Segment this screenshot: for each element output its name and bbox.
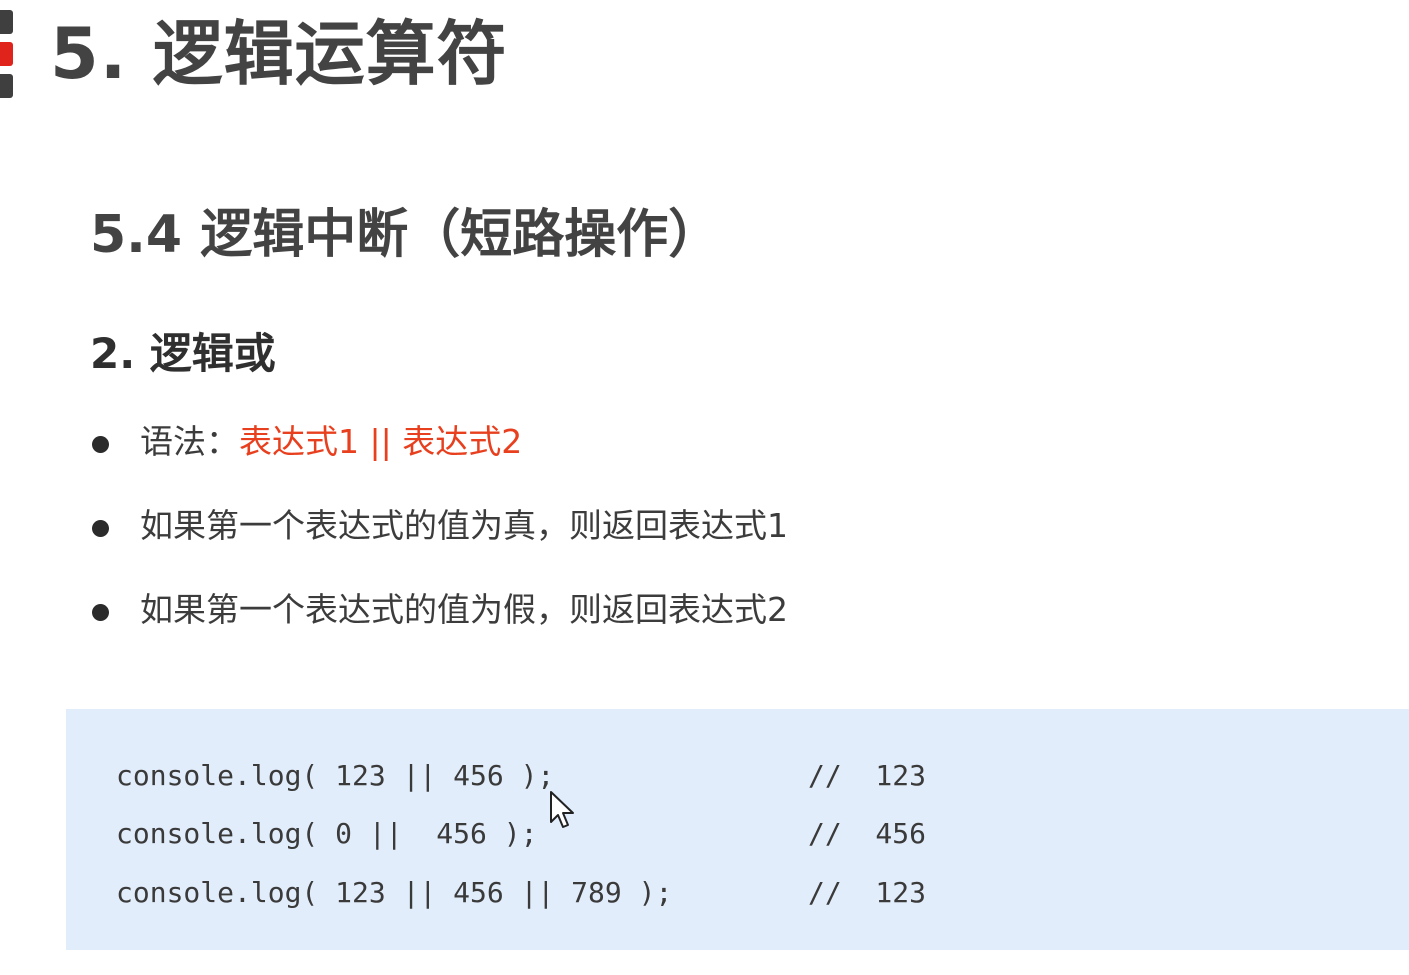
mouse-pointer-icon xyxy=(550,791,574,828)
bullet-dot-icon xyxy=(92,604,109,621)
code-comment: // 123 xyxy=(808,759,927,792)
code-line: console.log( 0 || 456 ); xyxy=(116,817,538,850)
bullet-dot-icon xyxy=(92,520,109,537)
marker-segment-middle xyxy=(0,42,13,66)
section-title: 5.4 逻辑中断（短路操作） xyxy=(90,205,721,265)
syntax-label: 语法： xyxy=(140,422,239,461)
bullet-text-true: 如果第一个表达式的值为真，则返回表达式1 xyxy=(140,506,788,545)
code-line: console.log( 123 || 456 ); xyxy=(116,759,555,792)
code-line: console.log( 123 || 456 || 789 ); xyxy=(116,876,673,909)
code-block: console.log( 123 || 456 ); // 123 consol… xyxy=(66,709,1409,950)
subsection-title: 2. 逻辑或 xyxy=(90,329,276,378)
marker-segment-bottom xyxy=(0,74,13,98)
bullet-dot-icon xyxy=(92,436,109,453)
page-title: 5. 逻辑运算符 xyxy=(50,13,508,95)
marker-segment-top xyxy=(0,10,13,34)
code-comment: // 123 xyxy=(808,876,927,909)
bullet-text-false: 如果第一个表达式的值为假，则返回表达式2 xyxy=(140,590,788,629)
section-marker-icon xyxy=(0,10,14,98)
syntax-text: 语法：表达式1 || 表达式2 xyxy=(140,414,522,470)
syntax-expression: 表达式1 || 表达式2 xyxy=(239,422,523,461)
code-comment: // 456 xyxy=(808,817,927,850)
